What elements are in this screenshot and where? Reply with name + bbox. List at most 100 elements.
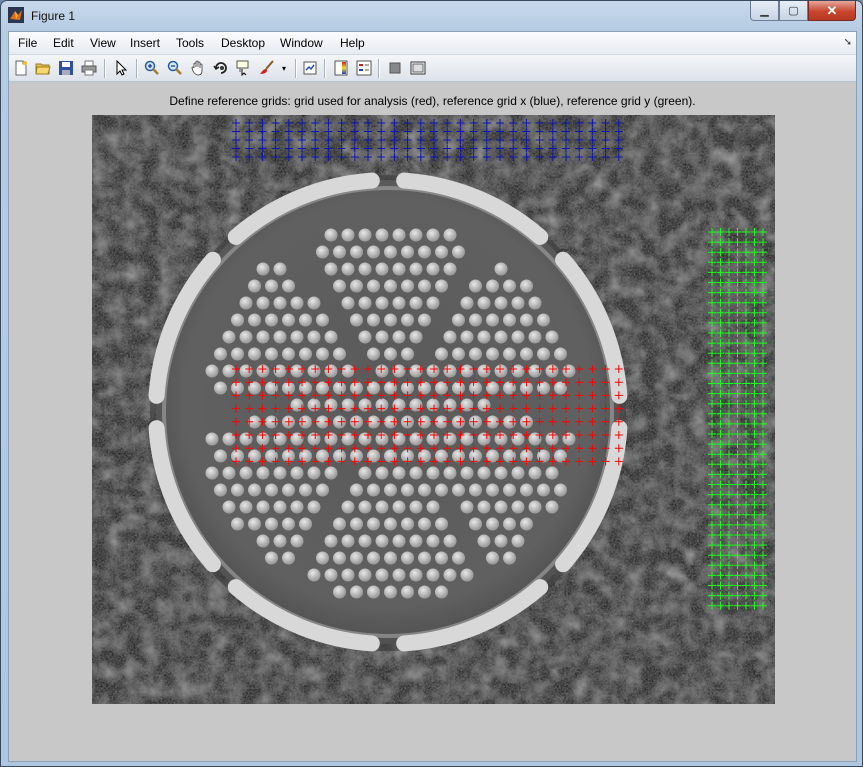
dot [375,364,389,378]
dot [384,517,397,531]
dot [494,500,508,514]
edit-plot-icon[interactable] [112,59,130,77]
dot [537,313,550,327]
pan-icon[interactable] [189,59,207,77]
link-plot-icon[interactable] [301,59,319,77]
data-cursor-icon[interactable] [235,59,253,77]
dot [350,279,363,293]
dot [384,551,397,565]
dot [418,313,431,327]
dot [324,228,338,242]
brush-icon[interactable] [258,59,276,77]
dot [282,483,295,497]
dot [239,466,253,480]
legend-icon[interactable] [355,59,373,77]
dot [443,330,457,344]
dot [418,279,431,293]
dot [265,347,278,361]
dot [367,585,380,599]
dot [375,500,389,514]
dot [469,313,482,327]
zoom-in-icon[interactable] [143,59,161,77]
dot [367,313,380,327]
dot [341,364,355,378]
menu-tools[interactable]: Tools [176,36,204,50]
toolbar-separator [324,59,326,78]
dot [239,364,253,378]
menu-edit[interactable]: Edit [53,36,74,50]
hide-plot-tools-icon[interactable] [386,59,404,77]
dot [554,483,567,497]
show-plot-tools-icon[interactable] [409,59,427,77]
dot [307,330,321,344]
dot [443,568,457,582]
dot [392,228,406,242]
dot [299,449,312,463]
dot [222,432,236,446]
open-file-icon[interactable] [34,59,52,77]
menu-file[interactable]: File [18,36,37,50]
dock-arrow-icon[interactable]: ➘ [844,37,852,48]
dot [426,432,440,446]
dot [324,432,338,446]
dot [299,381,312,395]
dot [452,551,465,565]
dot [452,483,465,497]
dot [511,466,525,480]
colorbar-icon[interactable] [332,59,350,77]
menu-insert[interactable]: Insert [130,36,160,50]
dot [375,262,389,276]
maximize-button[interactable]: ▢ [779,1,808,21]
zoom-out-icon[interactable] [166,59,184,77]
dot [316,483,329,497]
dot [520,347,533,361]
dot [265,551,278,565]
print-icon[interactable] [80,59,98,77]
dot [316,347,329,361]
menu-help[interactable]: Help [340,36,365,50]
dot [256,500,270,514]
dot [248,381,261,395]
dot [435,483,448,497]
minimize-button[interactable]: ▁ [750,1,779,21]
dot [282,347,295,361]
close-button[interactable]: ✕ [808,1,856,21]
title-bar[interactable]: Figure 1 ▁ ▢ ✕ [1,1,862,31]
dot [273,534,287,548]
menu-desktop[interactable]: Desktop [221,36,265,50]
dot [333,517,346,531]
dot [367,347,380,361]
dot [367,483,380,497]
dot [290,296,304,310]
dot [494,432,508,446]
dot [231,449,244,463]
save-icon[interactable] [57,59,75,77]
dot [367,449,380,463]
window-title: Figure 1 [31,9,76,23]
dot [350,245,363,259]
dot [460,568,474,582]
dot [545,330,559,344]
dot [333,551,346,565]
dot [409,568,423,582]
sem-image-axes[interactable] [92,115,775,704]
rotate-3d-icon[interactable] [212,59,230,77]
dot [367,245,380,259]
dot [350,313,363,327]
dot [265,279,278,293]
brush-dropdown-icon[interactable]: ▾ [279,59,289,77]
menu-window[interactable]: Window [280,36,323,50]
dot [358,330,372,344]
menu-view[interactable]: View [90,36,116,50]
dot [375,296,389,310]
dot [469,279,482,293]
dot [494,330,508,344]
dot [324,466,338,480]
dot [486,517,499,531]
dot [358,296,372,310]
dot [392,296,406,310]
figure-client-area: File Edit View Insert Tools Desktop Wind… [8,31,857,762]
dot [426,500,440,514]
new-figure-icon[interactable] [12,59,30,77]
dot [273,466,287,480]
